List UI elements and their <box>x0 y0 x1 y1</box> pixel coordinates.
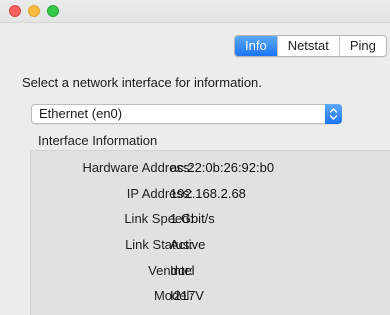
info-value: Intel <box>170 263 195 278</box>
info-row-link-speed: Link Speed: 1 Gbit/s <box>31 211 390 229</box>
tab-ping[interactable]: Ping <box>338 36 386 56</box>
info-value: 192.168.2.68 <box>170 186 246 201</box>
info-row-ip-address: IP Address: 192.168.2.68 <box>31 186 390 204</box>
tab-netstat[interactable]: Netstat <box>276 36 339 56</box>
info-row-hardware-address: Hardware Address: ac:22:0b:26:92:b0 <box>31 160 390 178</box>
interface-select[interactable]: Ethernet (en0) <box>31 104 342 124</box>
interface-info-title: Interface Information <box>38 133 158 148</box>
interface-info-box: Hardware Address: ac:22:0b:26:92:b0 IP A… <box>30 150 390 315</box>
close-window-button[interactable] <box>9 5 21 17</box>
select-arrows-icon <box>325 104 342 124</box>
tab-bar: Info Netstat Ping <box>234 35 387 57</box>
tab-info[interactable]: Info <box>235 36 277 56</box>
info-value: I217V <box>170 288 204 303</box>
window-titlebar <box>0 0 390 22</box>
info-value: ac:22:0b:26:92:b0 <box>170 160 275 175</box>
info-row-link-status: Link Status: Active <box>31 237 390 255</box>
zoom-window-button[interactable] <box>47 5 59 17</box>
info-row-vendor: Vendor: Intel <box>31 263 390 281</box>
interface-select-value: Ethernet (en0) <box>39 106 123 121</box>
minimize-window-button[interactable] <box>28 5 40 17</box>
info-value: 1 Gbit/s <box>170 211 215 226</box>
info-row-model: Model: I217V <box>31 288 390 306</box>
titlebar-divider <box>0 22 390 23</box>
info-value: Active <box>170 237 206 252</box>
instruction-text: Select a network interface for informati… <box>22 75 262 90</box>
